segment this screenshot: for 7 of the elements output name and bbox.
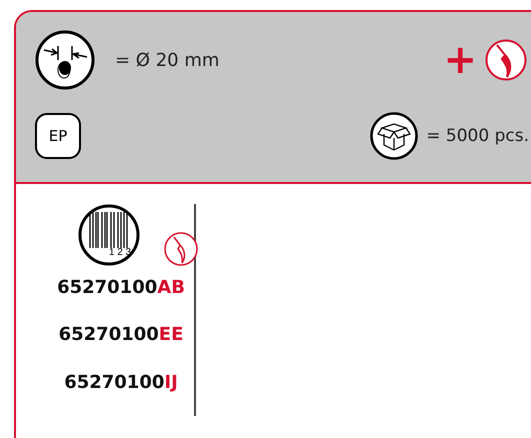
plus-sign: + [443,40,477,80]
diameter-label: = Ø 20 mm [115,50,220,70]
packaging-quantity: = 5000 pcs. [426,126,529,146]
article-number: 65270100IJ [64,370,178,395]
article-number: 65270100EE [58,323,184,348]
material-badge: EP [35,113,81,159]
article-number: 65270100AB [57,276,185,300]
